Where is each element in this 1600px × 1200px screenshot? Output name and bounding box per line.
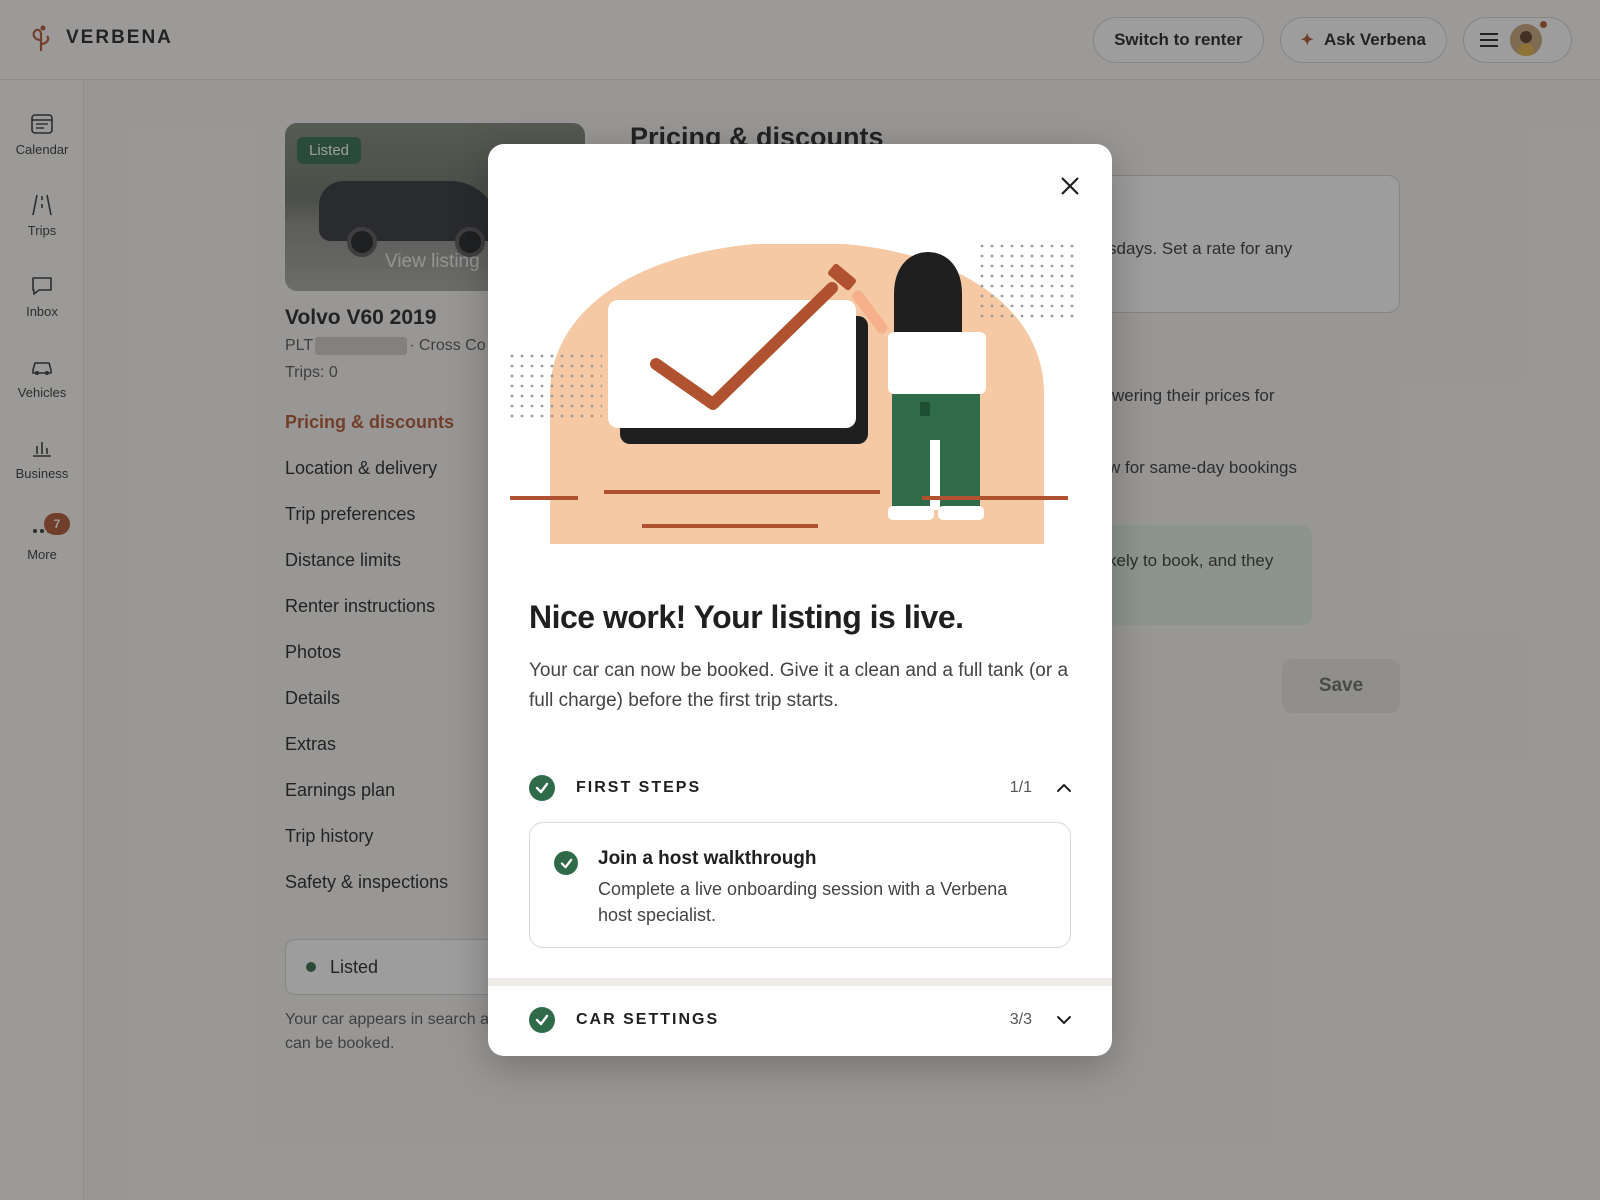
modal-title: Nice work! Your listing is live. (529, 599, 964, 635)
task-card[interactable]: Join a host walkthrough Complete a live … (529, 822, 1071, 948)
section-car-settings-count: 3/3 (1009, 1011, 1032, 1028)
check-circle-icon (529, 1007, 555, 1033)
modal-description: Your car can now be booked. Give it a cl… (529, 660, 1069, 711)
section-first-steps-header[interactable]: FIRST STEPS 1/1 (529, 771, 1074, 805)
section-divider (488, 978, 1112, 986)
section-car-settings-title: CAR SETTINGS (576, 1011, 720, 1028)
chevron-up-icon[interactable] (1054, 778, 1074, 798)
section-first-steps-title: FIRST STEPS (576, 779, 702, 796)
check-circle-icon (529, 775, 555, 801)
close-button[interactable] (1050, 166, 1090, 206)
task-complete-icon (554, 851, 578, 875)
section-car-settings-header[interactable]: CAR SETTINGS 3/3 (529, 1003, 1074, 1037)
task-description: Complete a live onboarding session with … (598, 879, 1008, 925)
listing-live-modal: Nice work! Your listing is live. Your ca… (488, 144, 1112, 1056)
chevron-down-icon[interactable] (1054, 1010, 1074, 1030)
close-icon (1061, 177, 1079, 195)
success-illustration (510, 244, 1078, 544)
section-first-steps-count: 1/1 (1009, 779, 1032, 796)
task-title: Join a host walkthrough (598, 848, 817, 869)
